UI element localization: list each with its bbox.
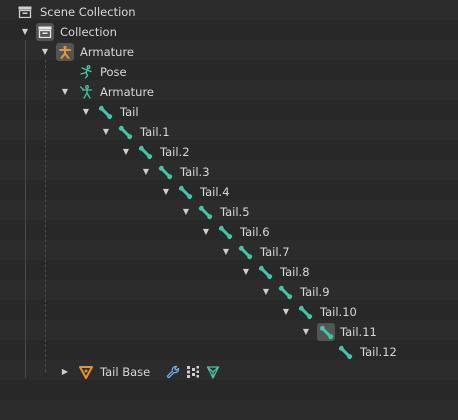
bone-label: Tail.8 [280, 265, 310, 279]
bone-row[interactable]: ▼ Tail.9 [0, 282, 458, 302]
bone-expand-arrow[interactable]: ▼ [280, 302, 292, 322]
bone-label: Tail.2 [160, 145, 190, 159]
bone-expand-arrow[interactable]: ▼ [220, 242, 232, 262]
armature-expand-arrow[interactable]: ▼ [39, 42, 51, 62]
bone-label: Tail [120, 105, 139, 119]
bone-icon [117, 124, 133, 140]
pose-icon [78, 64, 94, 80]
armature-data-icon [78, 84, 94, 100]
bone-expand-arrow[interactable]: ▼ [240, 262, 252, 282]
armature-data-row[interactable]: ▼ Armature [0, 82, 458, 102]
scene-collection-icon [17, 4, 33, 20]
bone-row[interactable]: ▼ Tail.7 [0, 242, 458, 262]
pose-row[interactable]: Pose [0, 62, 458, 82]
bone-label: Tail.5 [220, 205, 250, 219]
armature-data-expand-arrow[interactable]: ▼ [59, 82, 71, 102]
bone-row[interactable]: ▼ Tail.4 [0, 182, 458, 202]
collection-icon [36, 23, 54, 41]
bone-row[interactable]: ▼ Tail.5 [0, 202, 458, 222]
bone-label: Tail.3 [180, 165, 210, 179]
vertex-groups-icon[interactable] [185, 364, 201, 380]
bone-row[interactable]: ▼ Tail.11 [0, 322, 458, 342]
scene-collection-label: Scene Collection [40, 5, 136, 19]
bone-expand-arrow[interactable]: ▼ [300, 322, 312, 342]
bone-expand-arrow[interactable]: ▼ [120, 142, 132, 162]
pose-label: Pose [100, 65, 127, 79]
bone-icon [97, 104, 113, 120]
bone-row[interactable]: ▼ Tail.2 [0, 142, 458, 162]
bone-label: Tail.11 [340, 325, 377, 339]
tail-base-label: Tail Base [100, 365, 151, 379]
bone-row[interactable]: ▼ Tail.3 [0, 162, 458, 182]
mesh-object-icon [78, 364, 94, 380]
bone-row[interactable]: ▼ Tail.6 [0, 222, 458, 242]
bone-row[interactable]: Tail.12 [0, 342, 458, 362]
bone-label: Tail.9 [300, 285, 330, 299]
bone-icon [197, 204, 213, 220]
mesh-data-icon[interactable] [205, 364, 221, 380]
collection-label: Collection [60, 25, 117, 39]
bone-expand-arrow[interactable]: ▼ [200, 222, 212, 242]
bone-icon [297, 304, 313, 320]
bone-label: Tail.4 [200, 185, 230, 199]
bone-icon [317, 323, 335, 341]
bone-icon [277, 284, 293, 300]
bone-row[interactable]: ▼ Tail.10 [0, 302, 458, 322]
tail-base-row[interactable]: ▶ Tail Base [0, 362, 458, 382]
bone-label: Tail.1 [140, 125, 170, 139]
bone-row[interactable]: ▼ Tail.8 [0, 262, 458, 282]
bone-expand-arrow[interactable]: ▼ [180, 202, 192, 222]
bone-expand-arrow[interactable]: ▼ [80, 102, 92, 122]
bone-row[interactable]: ▼ Tail.1 [0, 122, 458, 142]
bone-icon [237, 244, 253, 260]
bone-icon [177, 184, 193, 200]
bone-expand-arrow[interactable]: ▼ [160, 182, 172, 202]
bone-label: Tail.7 [260, 245, 290, 259]
bone-icon [337, 344, 353, 360]
armature-data-label: Armature [100, 85, 154, 99]
tail-base-expand-arrow[interactable]: ▶ [59, 362, 71, 382]
bone-icon [217, 224, 233, 240]
collection-expand-arrow[interactable]: ▼ [19, 22, 31, 42]
bone-expand-arrow[interactable]: ▼ [260, 282, 272, 302]
bone-expand-arrow[interactable]: ▼ [100, 122, 112, 142]
bone-label: Tail.12 [360, 345, 397, 359]
bone-label: Tail.6 [240, 225, 270, 239]
bone-expand-arrow[interactable]: ▼ [140, 162, 152, 182]
armature-object-label: Armature [80, 45, 134, 59]
collection-row[interactable]: ▼ Collection [0, 22, 458, 42]
scene-collection-row[interactable]: Scene Collection [0, 2, 458, 22]
bone-row[interactable]: ▼ Tail [0, 102, 458, 122]
armature-object-icon [56, 43, 74, 61]
outliner-tree: Scene Collection ▼ Collection ▼ Armature… [0, 0, 458, 420]
wrench-modifier-icon[interactable] [165, 364, 181, 380]
bone-icon [137, 144, 153, 160]
armature-object-row[interactable]: ▼ Armature [0, 42, 458, 62]
bone-label: Tail.10 [320, 305, 357, 319]
row-stripe [0, 400, 458, 420]
bone-icon [257, 264, 273, 280]
bone-icon [157, 164, 173, 180]
